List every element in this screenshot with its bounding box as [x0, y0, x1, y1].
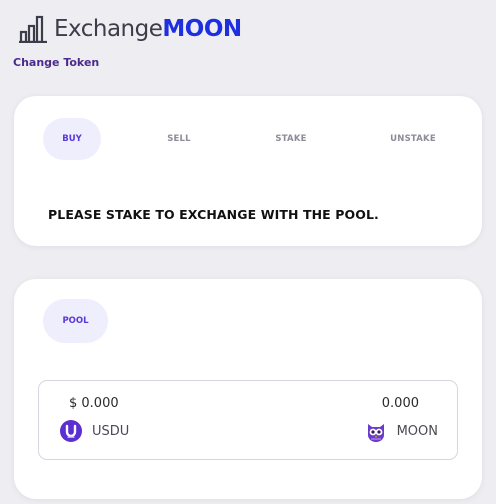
stake-notice: PLEASE STAKE TO EXCHANGE WITH THE POOL. — [48, 207, 379, 222]
pool-card: POOL $ 0.000 0.000 USDU MOON — [14, 279, 482, 499]
usdu-amount: $ 0.000 — [69, 396, 119, 411]
moon-token: MOON — [365, 420, 438, 442]
moon-label: MOON — [396, 423, 438, 439]
moon-owl-token-icon — [367, 424, 384, 442]
usdu-token-icon — [60, 420, 82, 442]
app-logo: ExchangeMOON — [54, 16, 242, 42]
tab-unstake[interactable]: UNSTAKE — [390, 134, 436, 144]
moon-amount: 0.000 — [381, 396, 419, 411]
usdu-label: USDU — [92, 423, 130, 439]
exchange-card: BUY SELL STAKE UNSTAKE PLEASE STAKE TO E… — [14, 96, 482, 246]
tab-buy[interactable]: BUY — [43, 118, 101, 160]
change-token-link[interactable]: Change Token — [13, 56, 99, 69]
tab-sell[interactable]: SELL — [167, 134, 191, 144]
tab-pool[interactable]: POOL — [43, 299, 108, 343]
header: ExchangeMOON — [18, 14, 242, 44]
bar-chart-logo-icon — [19, 15, 47, 43]
pool-balances: $ 0.000 0.000 USDU MOON — [38, 380, 458, 460]
tab-stake[interactable]: STAKE — [275, 134, 306, 144]
usdu-token: USDU — [60, 420, 129, 442]
